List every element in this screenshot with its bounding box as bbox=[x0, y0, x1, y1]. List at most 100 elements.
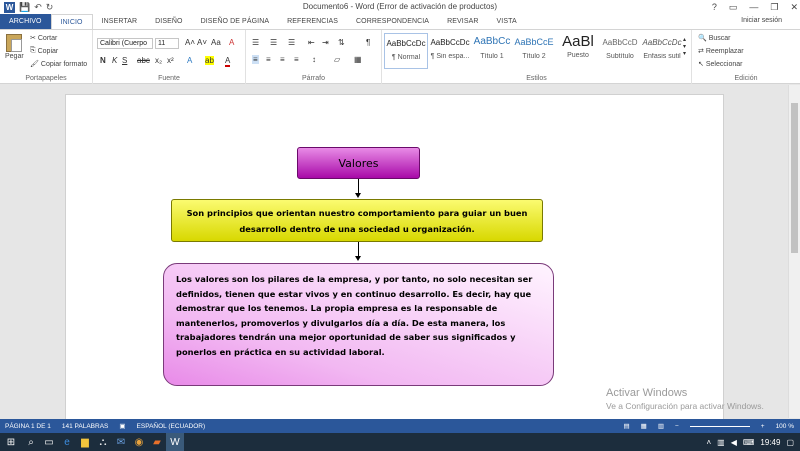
tab-vista[interactable]: VISTA bbox=[488, 14, 526, 29]
word-taskbar-icon[interactable]: W bbox=[166, 433, 184, 451]
scissors-icon: ✂ bbox=[30, 35, 36, 42]
shrink-font-icon[interactable]: A˅ bbox=[197, 38, 207, 47]
borders-icon[interactable]: ▦ bbox=[354, 55, 362, 64]
paste-button[interactable]: Pegar bbox=[5, 34, 24, 60]
pilcrow-icon[interactable]: ¶ bbox=[366, 38, 370, 47]
help-button[interactable]: ? bbox=[712, 2, 717, 12]
replace-icon: ⇄ bbox=[698, 48, 704, 55]
file-explorer-icon[interactable]: ▆ bbox=[76, 433, 94, 451]
window-title: Documento6 - Word (Error de activación d… bbox=[302, 2, 498, 11]
print-layout-icon[interactable]: ▦ bbox=[641, 422, 647, 430]
store-icon[interactable]: ⛬ bbox=[94, 433, 112, 451]
style-enfasis-sutil[interactable]: AaBbCcDc Énfasis sutil bbox=[640, 33, 684, 69]
volume-icon[interactable]: ◀ bbox=[731, 438, 737, 447]
read-mode-icon[interactable]: ▤ bbox=[624, 422, 630, 430]
mail-icon[interactable]: ✉ bbox=[112, 433, 130, 451]
select-button[interactable]: ↖ Seleccionar bbox=[698, 60, 742, 69]
align-right-icon[interactable]: ≡ bbox=[280, 55, 285, 64]
shading-icon[interactable]: ▱ bbox=[334, 55, 340, 64]
web-layout-icon[interactable]: ▥ bbox=[658, 422, 664, 430]
tab-insertar[interactable]: INSERTAR bbox=[93, 14, 147, 29]
cut-button[interactable]: ✂ Cortar bbox=[30, 34, 57, 43]
signin-link[interactable]: Iniciar sesión bbox=[741, 17, 782, 24]
tab-correspondencia[interactable]: CORRESPONDENCIA bbox=[347, 14, 438, 29]
numbering-icon[interactable]: ☰ bbox=[270, 38, 277, 47]
find-button[interactable]: 🔍 Buscar bbox=[698, 34, 731, 43]
multilevel-icon[interactable]: ☰ bbox=[288, 38, 295, 47]
search-icon[interactable]: ⌕ bbox=[22, 433, 40, 451]
task-view-icon[interactable]: ▭ bbox=[40, 433, 58, 451]
increase-indent-icon[interactable]: ⇥ bbox=[322, 38, 329, 47]
shape-description[interactable]: Los valores son los pilares de la empres… bbox=[163, 263, 554, 386]
styles-label: Estilos bbox=[526, 75, 547, 82]
grow-font-icon[interactable]: A˄ bbox=[185, 38, 195, 47]
maximize-button[interactable]: ❐ bbox=[770, 2, 778, 13]
bullets-icon[interactable]: ☰ bbox=[252, 38, 259, 47]
font-color-icon[interactable]: A bbox=[225, 56, 231, 67]
align-left-icon[interactable]: ≡ bbox=[252, 55, 259, 64]
clock[interactable]: 19:49 bbox=[760, 438, 780, 447]
notifications-icon[interactable]: ▢ bbox=[786, 438, 794, 447]
tab-archivo[interactable]: ARCHIVO bbox=[0, 14, 51, 29]
clear-format-icon[interactable]: A bbox=[229, 38, 234, 47]
paragraph-label: Párrafo bbox=[302, 75, 325, 82]
style-subtitulo[interactable]: AaBbCcD Subtítulo bbox=[598, 33, 642, 69]
style-normal[interactable]: AaBbCcDc ¶ Normal bbox=[384, 33, 428, 69]
styles-group: AaBbCcDc ¶ Normal AaBbCcDc ¶ Sin espa...… bbox=[382, 30, 692, 84]
tab-diseno[interactable]: DISEÑO bbox=[146, 14, 191, 29]
underline-icon[interactable]: S bbox=[122, 56, 127, 65]
bold-icon[interactable]: N bbox=[100, 56, 106, 65]
start-icon[interactable]: ⊞ bbox=[0, 433, 22, 451]
tab-diseno-pagina[interactable]: DISEÑO DE PÁGINA bbox=[192, 14, 279, 29]
style-sin-espaciado[interactable]: AaBbCcDc ¶ Sin espa... bbox=[428, 33, 472, 69]
subscript-icon[interactable]: x₂ bbox=[155, 56, 162, 65]
text-effects-icon[interactable]: A bbox=[187, 56, 192, 65]
ribbon-display-button[interactable]: ▭ bbox=[729, 2, 738, 13]
sort-icon[interactable]: ⇅ bbox=[338, 38, 345, 47]
font-label: Fuente bbox=[158, 75, 180, 82]
zoom-level[interactable]: 100 % bbox=[776, 423, 794, 430]
font-name-combo[interactable]: Calibri (Cuerpo bbox=[97, 38, 153, 49]
network-icon[interactable]: ▥ bbox=[717, 438, 725, 447]
close-button[interactable]: ✕ bbox=[790, 2, 798, 13]
replace-button[interactable]: ⇄ Reemplazar bbox=[698, 47, 744, 56]
format-painter-button[interactable]: 🖌 Copiar formato bbox=[30, 60, 87, 69]
scrollbar-thumb[interactable] bbox=[791, 103, 798, 253]
edge-icon[interactable]: e bbox=[58, 433, 76, 451]
zoom-slider[interactable] bbox=[689, 425, 750, 427]
styles-scroll-icon[interactable]: ▴ ▾ ▾ bbox=[683, 36, 686, 57]
language-indicator[interactable]: ESPAÑOL (ECUADOR) bbox=[137, 423, 206, 430]
superscript-icon[interactable]: x² bbox=[167, 56, 174, 65]
minimize-button[interactable]: — bbox=[749, 2, 758, 12]
clipboard-group: Pegar ✂ Cortar ⎘ Copiar 🖌 Copiar formato Po… bbox=[0, 30, 93, 84]
case-icon[interactable]: Aa bbox=[211, 38, 221, 47]
strikethrough-icon[interactable]: abc bbox=[137, 56, 150, 65]
word-count[interactable]: 141 PALABRAS bbox=[62, 423, 109, 430]
copy-button[interactable]: ⎘ Copiar bbox=[30, 47, 58, 55]
app-icon[interactable]: ▰ bbox=[148, 433, 166, 451]
shape-definition[interactable]: Son principios que orientan nuestro comp… bbox=[171, 199, 543, 242]
chrome-icon[interactable]: ◉ bbox=[130, 433, 148, 451]
brush-icon: 🖌 bbox=[30, 61, 39, 68]
tab-inicio[interactable]: INICIO bbox=[50, 14, 93, 29]
shape-valores[interactable]: Valores bbox=[297, 147, 420, 179]
zoom-in-icon[interactable]: + bbox=[761, 423, 765, 430]
page-count[interactable]: PÁGINA 1 DE 1 bbox=[5, 423, 51, 430]
style-titulo-2[interactable]: AaBbCcE Título 2 bbox=[512, 33, 556, 69]
style-puesto[interactable]: AaBl Puesto bbox=[556, 33, 600, 69]
align-center-icon[interactable]: ≡ bbox=[266, 55, 271, 64]
decrease-indent-icon[interactable]: ⇤ bbox=[308, 38, 315, 47]
proofing-icon[interactable]: ▣ bbox=[119, 422, 125, 430]
line-spacing-icon[interactable]: ↕ bbox=[312, 55, 316, 64]
zoom-out-icon[interactable]: − bbox=[675, 423, 679, 430]
language-tray-icon[interactable]: ⌨ bbox=[743, 438, 755, 447]
tab-referencias[interactable]: REFERENCIAS bbox=[278, 14, 347, 29]
style-titulo-1[interactable]: AaBbCc Título 1 bbox=[470, 33, 514, 69]
highlight-icon[interactable]: ab bbox=[205, 56, 214, 65]
tray-chevron-icon[interactable]: ˄ bbox=[706, 438, 711, 447]
justify-icon[interactable]: ≡ bbox=[294, 55, 299, 64]
italic-icon[interactable]: K bbox=[112, 56, 117, 65]
font-size-combo[interactable]: 11 bbox=[155, 38, 179, 49]
vertical-scrollbar[interactable] bbox=[788, 85, 800, 418]
tab-revisar[interactable]: REVISAR bbox=[438, 14, 487, 29]
